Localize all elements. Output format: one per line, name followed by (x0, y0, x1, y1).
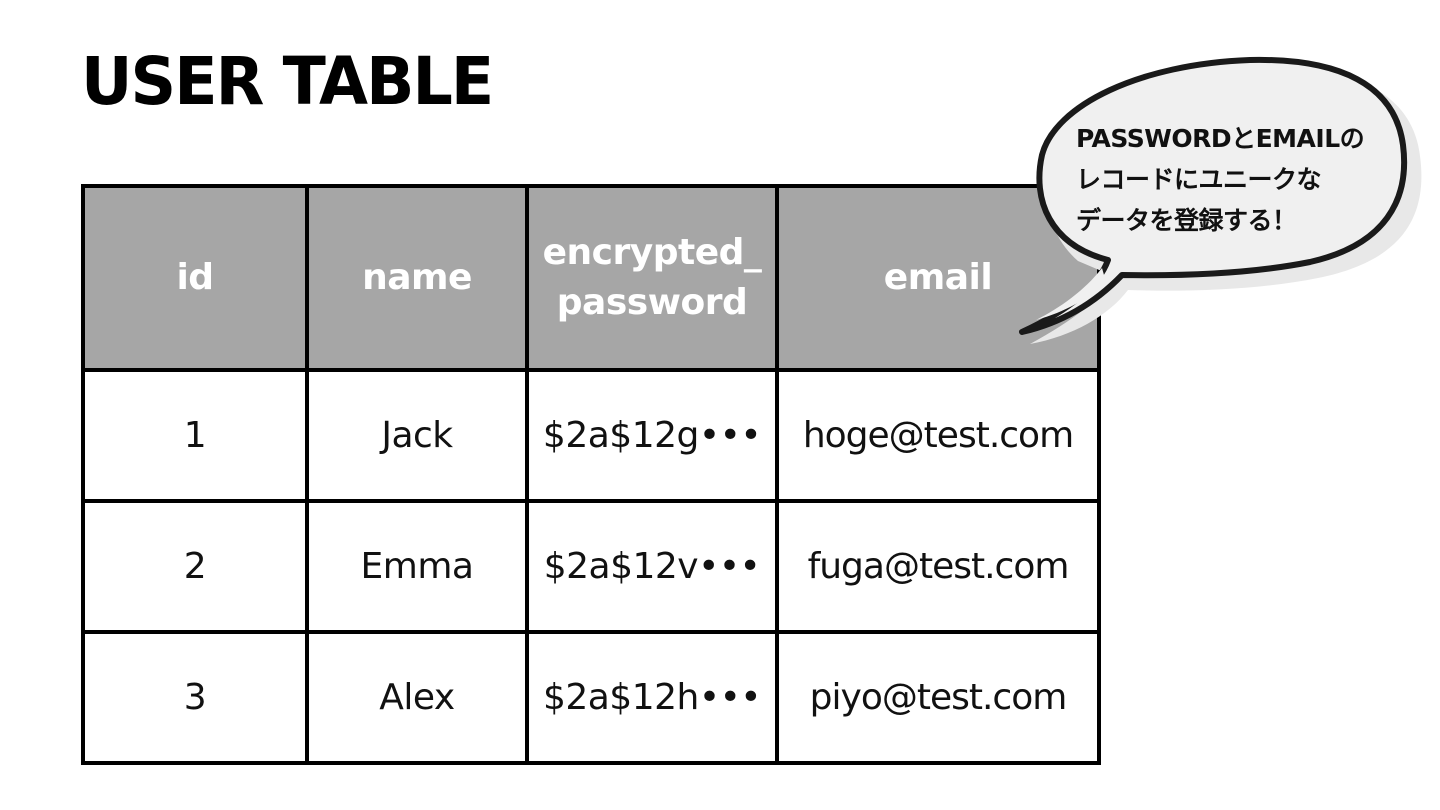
column-header-encrypted-password-line1: encrypted_ (542, 232, 762, 273)
table-row: 3 Alex $2a$12h••• piyo@test.com (81, 630, 1101, 765)
user-table: id name encrypted_ password email 1 Jack… (81, 184, 1101, 765)
column-header-encrypted-password: encrypted_ password (525, 184, 779, 372)
cell-email: piyo@test.com (775, 630, 1101, 765)
callout-text: PASSWORDとEMAILの レコードにユニークな データを登録する！ (1076, 118, 1376, 241)
column-header-encrypted-password-line2: password (556, 282, 748, 323)
cell-email: fuga@test.com (775, 499, 1101, 634)
cell-id: 1 (81, 368, 309, 503)
column-header-name: name (305, 184, 529, 372)
cell-name: Jack (305, 368, 529, 503)
table-row: 2 Emma $2a$12v••• fuga@test.com (81, 499, 1101, 634)
cell-encrypted-password: $2a$12v••• (525, 499, 779, 634)
cell-name: Emma (305, 499, 529, 634)
cell-encrypted-password: $2a$12h••• (525, 630, 779, 765)
cell-id: 2 (81, 499, 309, 634)
table-row: 1 Jack $2a$12g••• hoge@test.com (81, 368, 1101, 503)
cell-name: Alex (305, 630, 529, 765)
column-header-id: id (81, 184, 309, 372)
cell-id: 3 (81, 630, 309, 765)
cell-email: hoge@test.com (775, 368, 1101, 503)
speech-bubble-callout: PASSWORDとEMAILの レコードにユニークな データを登録する！ (1010, 50, 1430, 350)
page-title: USER TABLE (81, 43, 494, 120)
callout-line: PASSWORDとEMAILの (1076, 124, 1365, 153)
callout-line: データを登録する！ (1076, 206, 1297, 235)
callout-line: レコードにユニークな (1076, 165, 1322, 194)
cell-encrypted-password: $2a$12g••• (525, 368, 779, 503)
table-header-row: id name encrypted_ password email (81, 184, 1101, 372)
